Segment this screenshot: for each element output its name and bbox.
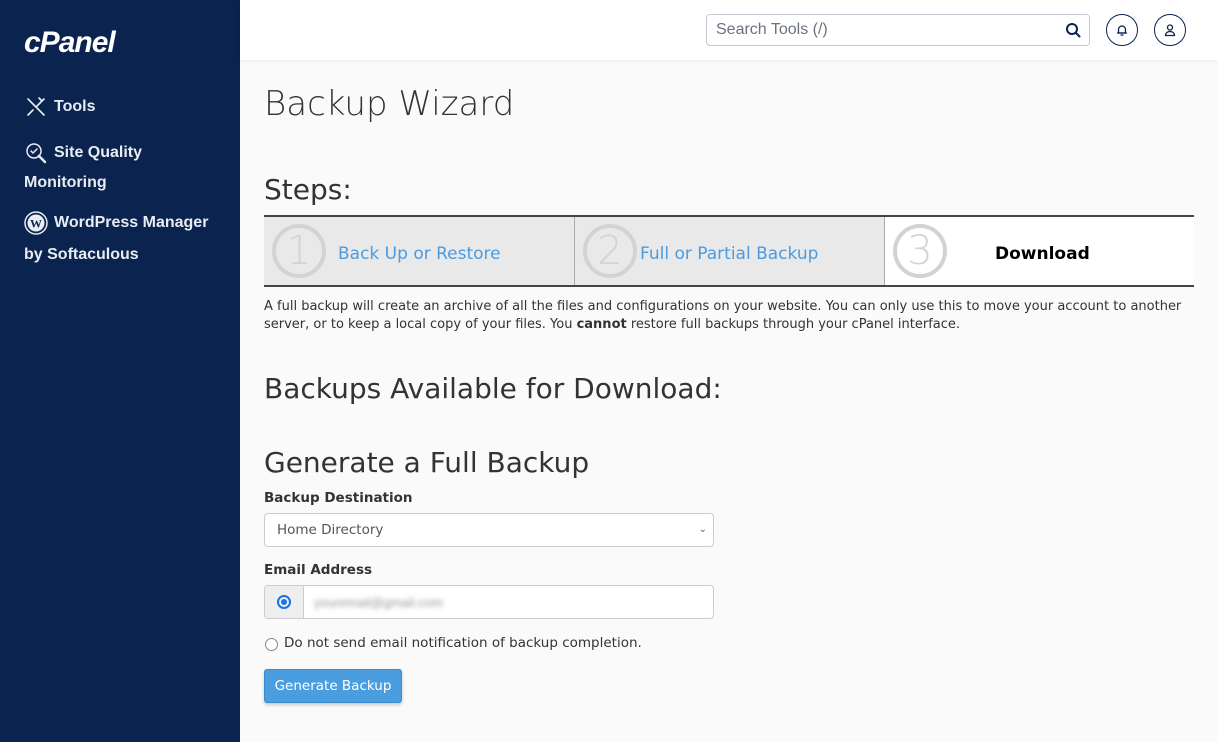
notifications-button[interactable] bbox=[1106, 14, 1138, 46]
sidebar-item-wordpress-line2[interactable]: by Softaculous bbox=[24, 239, 139, 271]
steps-heading: Steps: bbox=[264, 173, 352, 206]
sidebar: cPanel Tools Site Quality Monitoring W W… bbox=[0, 0, 240, 742]
sidebar-item-site-quality-line2[interactable]: Monitoring bbox=[24, 167, 107, 199]
page-title: Backup Wizard bbox=[264, 84, 515, 124]
sidebar-item-wordpress[interactable]: W WordPress Manager bbox=[24, 207, 208, 239]
email-radio[interactable] bbox=[265, 586, 304, 618]
wizard-steps: 1 Back Up or Restore 2 Full or Partial B… bbox=[264, 215, 1194, 287]
step-full-or-partial[interactable]: 2 Full or Partial Backup bbox=[575, 217, 885, 285]
search-box bbox=[706, 14, 1090, 46]
chevron-down-icon: ⌄ bbox=[698, 524, 707, 535]
step-back-up-or-restore[interactable]: 1 Back Up or Restore bbox=[264, 217, 575, 285]
step-link[interactable]: Back Up or Restore bbox=[338, 244, 501, 264]
step-link[interactable]: Full or Partial Backup bbox=[640, 244, 818, 264]
site-quality-icon bbox=[24, 141, 48, 165]
email-label: Email Address bbox=[264, 562, 373, 578]
generate-backup-heading: Generate a Full Backup bbox=[264, 446, 590, 479]
step-download: 3 Download bbox=[885, 217, 1194, 285]
email-input-group bbox=[264, 585, 714, 619]
backup-destination-select[interactable]: Home Directory ⌄ bbox=[264, 513, 714, 547]
step-number: 3 bbox=[893, 224, 947, 278]
backup-description: A full backup will create an archive of … bbox=[264, 299, 1182, 332]
radio-selected-icon bbox=[277, 595, 291, 609]
sidebar-item-site-quality[interactable]: Site Quality bbox=[24, 137, 142, 169]
user-menu-button[interactable] bbox=[1154, 14, 1186, 46]
sidebar-item-label: Site Quality bbox=[54, 144, 143, 161]
search-icon[interactable] bbox=[1065, 22, 1081, 38]
bell-icon bbox=[1116, 25, 1128, 36]
top-bar bbox=[240, 0, 1218, 60]
user-icon bbox=[1164, 24, 1176, 37]
generate-backup-button[interactable]: Generate Backup bbox=[264, 669, 402, 703]
sidebar-item-label: Tools bbox=[54, 98, 96, 115]
search-input[interactable] bbox=[707, 15, 1057, 45]
destination-label: Backup Destination bbox=[264, 490, 413, 506]
sidebar-item-tools[interactable]: Tools bbox=[24, 91, 95, 123]
tools-icon bbox=[24, 95, 48, 119]
backups-available-heading: Backups Available for Download: bbox=[264, 372, 722, 405]
wordpress-icon: W bbox=[24, 211, 48, 235]
sidebar-item-label: WordPress Manager bbox=[54, 214, 209, 231]
svg-text:W: W bbox=[30, 216, 42, 230]
no-email-label[interactable]: Do not send email notification of backup… bbox=[284, 635, 642, 651]
step-number: 1 bbox=[272, 224, 326, 278]
email-input[interactable] bbox=[304, 586, 713, 618]
cpanel-logo[interactable]: cPanel bbox=[24, 26, 116, 60]
no-email-radio[interactable] bbox=[265, 638, 278, 651]
step-number: 2 bbox=[583, 224, 637, 278]
step-label: Download bbox=[995, 244, 1090, 264]
